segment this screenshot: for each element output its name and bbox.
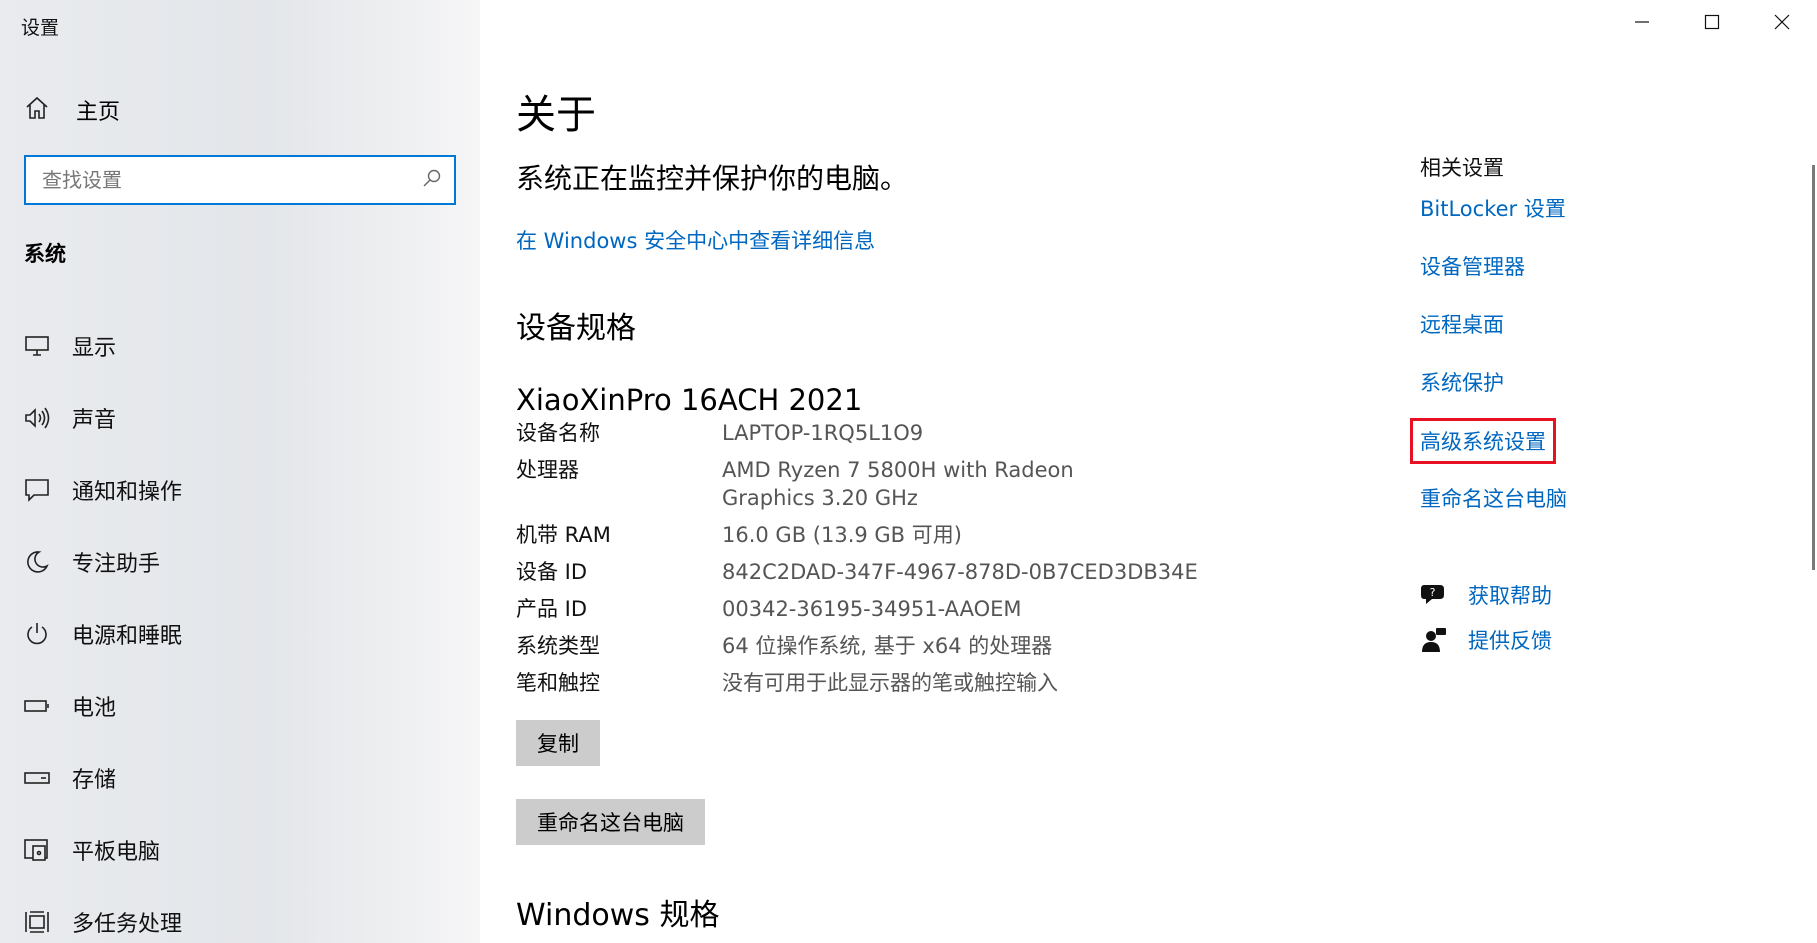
feedback-link[interactable]: 提供反馈 <box>1468 625 1552 655</box>
home-icon <box>24 95 50 125</box>
moon-icon <box>22 547 52 577</box>
sidebar-item-label: 通知和操作 <box>72 480 183 505</box>
spec-key: 机带 RAM <box>516 523 611 547</box>
rename-pc-link[interactable]: 重命名这台电脑 <box>1420 484 1760 542</box>
get-help-item[interactable]: ? 获取帮助 <box>1420 580 1552 610</box>
remote-desktop-link[interactable]: 远程桌面 <box>1420 310 1760 368</box>
spec-row: 系统类型 64 位操作系统, 基于 x64 的处理器 <box>516 632 1216 660</box>
sidebar-item-focus-assist[interactable]: 专注助手 <box>0 526 480 598</box>
advanced-system-settings-link[interactable]: 高级系统设置 <box>1410 418 1760 484</box>
sidebar-item-home[interactable]: 主页 <box>0 86 480 134</box>
sidebar-item-label: 电池 <box>72 696 117 721</box>
rename-pc-button[interactable]: 重命名这台电脑 <box>516 799 705 845</box>
search-box[interactable] <box>24 155 456 205</box>
page-title: 关于 <box>516 92 596 138</box>
maximize-icon <box>1704 14 1720 34</box>
spec-value: 16.0 GB (13.9 GB 可用) <box>722 523 962 547</box>
spec-value: 842C2DAD-347F-4967-878D-0B7CED3DB34E <box>722 560 1198 584</box>
app-title: 设置 <box>21 17 60 39</box>
bitlocker-settings-link[interactable]: BitLocker 设置 <box>1420 194 1760 252</box>
spec-key: 设备名称 <box>516 421 600 445</box>
sidebar-item-label: 电源和睡眠 <box>72 624 183 649</box>
device-model: XiaoXinPro 16ACH 2021 <box>516 383 863 417</box>
spec-value: LAPTOP-1RQ5L1O9 <box>722 421 924 445</box>
sidebar-item-label: 存储 <box>72 768 117 793</box>
main-content: 关于 系统正在监控并保护你的电脑。 在 Windows 安全中心中查看详细信息 … <box>516 0 1376 943</box>
spec-value: AMD Ryzen 7 5800H with Radeon Graphics 3… <box>722 458 1074 510</box>
sidebar-item-sound[interactable]: 声音 <box>0 382 480 454</box>
minimize-icon <box>1634 14 1650 34</box>
sidebar-item-label: 专注助手 <box>72 552 161 577</box>
get-help-link[interactable]: 获取帮助 <box>1468 580 1552 610</box>
security-center-link[interactable]: 在 Windows 安全中心中查看详细信息 <box>516 225 875 255</box>
spec-key: 系统类型 <box>516 634 600 658</box>
spec-row: 机带 RAM 16.0 GB (13.9 GB 可用) <box>516 521 1216 549</box>
sidebar-item-label: 声音 <box>72 408 117 433</box>
spec-value: 64 位操作系统, 基于 x64 的处理器 <box>722 634 1053 658</box>
protection-status-text: 系统正在监控并保护你的电脑。 <box>516 162 909 195</box>
spec-row: 产品 ID 00342-36195-34951-AAOEM <box>516 595 1216 623</box>
sidebar-item-label: 平板电脑 <box>72 840 161 865</box>
sidebar: 设置 主页 系统 显示 <box>0 0 480 943</box>
windows-specs-heading: Windows 规格 <box>516 898 720 933</box>
settings-window: 设置 主页 系统 显示 <box>0 0 1817 943</box>
sidebar-item-power-sleep[interactable]: 电源和睡眠 <box>0 598 480 670</box>
search-input[interactable] <box>42 168 422 192</box>
sidebar-item-tablet[interactable]: 平板电脑 <box>0 814 480 886</box>
related-settings: 相关设置 BitLocker 设置 设备管理器 远程桌面 系统保护 高级系统设置… <box>1410 152 1760 542</box>
advanced-system-settings-label: 高级系统设置 <box>1410 418 1556 464</box>
close-icon <box>1774 14 1790 34</box>
sidebar-item-multitasking[interactable]: 多任务处理 <box>0 886 480 943</box>
window-controls <box>1607 0 1817 48</box>
sidebar-item-storage[interactable]: 存储 <box>0 742 480 814</box>
home-label: 主页 <box>76 100 121 125</box>
scrollbar[interactable] <box>1812 165 1815 570</box>
help-chat-icon: ? <box>1420 581 1448 609</box>
spec-key: 产品 ID <box>516 597 588 621</box>
sidebar-item-label: 显示 <box>72 336 117 361</box>
copy-button[interactable]: 复制 <box>516 720 600 766</box>
device-manager-link[interactable]: 设备管理器 <box>1420 252 1760 310</box>
minimize-button[interactable] <box>1607 0 1677 48</box>
device-specs-table: 设备名称 LAPTOP-1RQ5L1O9 处理器 AMD Ryzen 7 580… <box>516 419 1216 706</box>
tablet-icon <box>22 835 52 865</box>
speaker-icon <box>22 403 52 433</box>
maximize-button[interactable] <box>1677 0 1747 48</box>
spec-row: 设备 ID 842C2DAD-347F-4967-878D-0B7CED3DB3… <box>516 558 1216 586</box>
feedback-person-icon <box>1420 626 1448 654</box>
spec-key: 笔和触控 <box>516 671 600 695</box>
spec-value: 没有可用于此显示器的笔或触控输入 <box>722 671 1058 695</box>
svg-text:?: ? <box>1430 586 1436 599</box>
related-settings-title: 相关设置 <box>1420 156 1504 180</box>
spec-value: 00342-36195-34951-AAOEM <box>722 597 1022 621</box>
close-button[interactable] <box>1747 0 1817 48</box>
spec-key: 处理器 <box>516 458 579 482</box>
notification-icon <box>22 475 52 505</box>
storage-icon <box>22 763 52 793</box>
spec-row: 处理器 AMD Ryzen 7 5800H with Radeon Graphi… <box>516 456 1216 512</box>
spec-row: 设备名称 LAPTOP-1RQ5L1O9 <box>516 419 1216 447</box>
sidebar-item-notifications[interactable]: 通知和操作 <box>0 454 480 526</box>
multitask-icon <box>22 907 52 937</box>
sidebar-item-label: 多任务处理 <box>72 912 183 937</box>
power-icon <box>22 619 52 649</box>
sidebar-item-battery[interactable]: 电池 <box>0 670 480 742</box>
search-icon[interactable] <box>422 168 442 192</box>
display-icon <box>22 331 52 361</box>
device-specs-heading: 设备规格 <box>516 311 636 346</box>
sidebar-nav: 显示 声音 通知和操作 专注助手 电源和睡眠 电池 存储 平板电脑 多任务处理 <box>0 310 480 943</box>
battery-icon <box>22 691 52 721</box>
sidebar-item-display[interactable]: 显示 <box>0 310 480 382</box>
spec-row: 笔和触控 没有可用于此显示器的笔或触控输入 <box>516 669 1216 697</box>
section-title-system: 系统 <box>24 242 66 266</box>
feedback-item[interactable]: 提供反馈 <box>1420 625 1552 655</box>
spec-key: 设备 ID <box>516 560 588 584</box>
